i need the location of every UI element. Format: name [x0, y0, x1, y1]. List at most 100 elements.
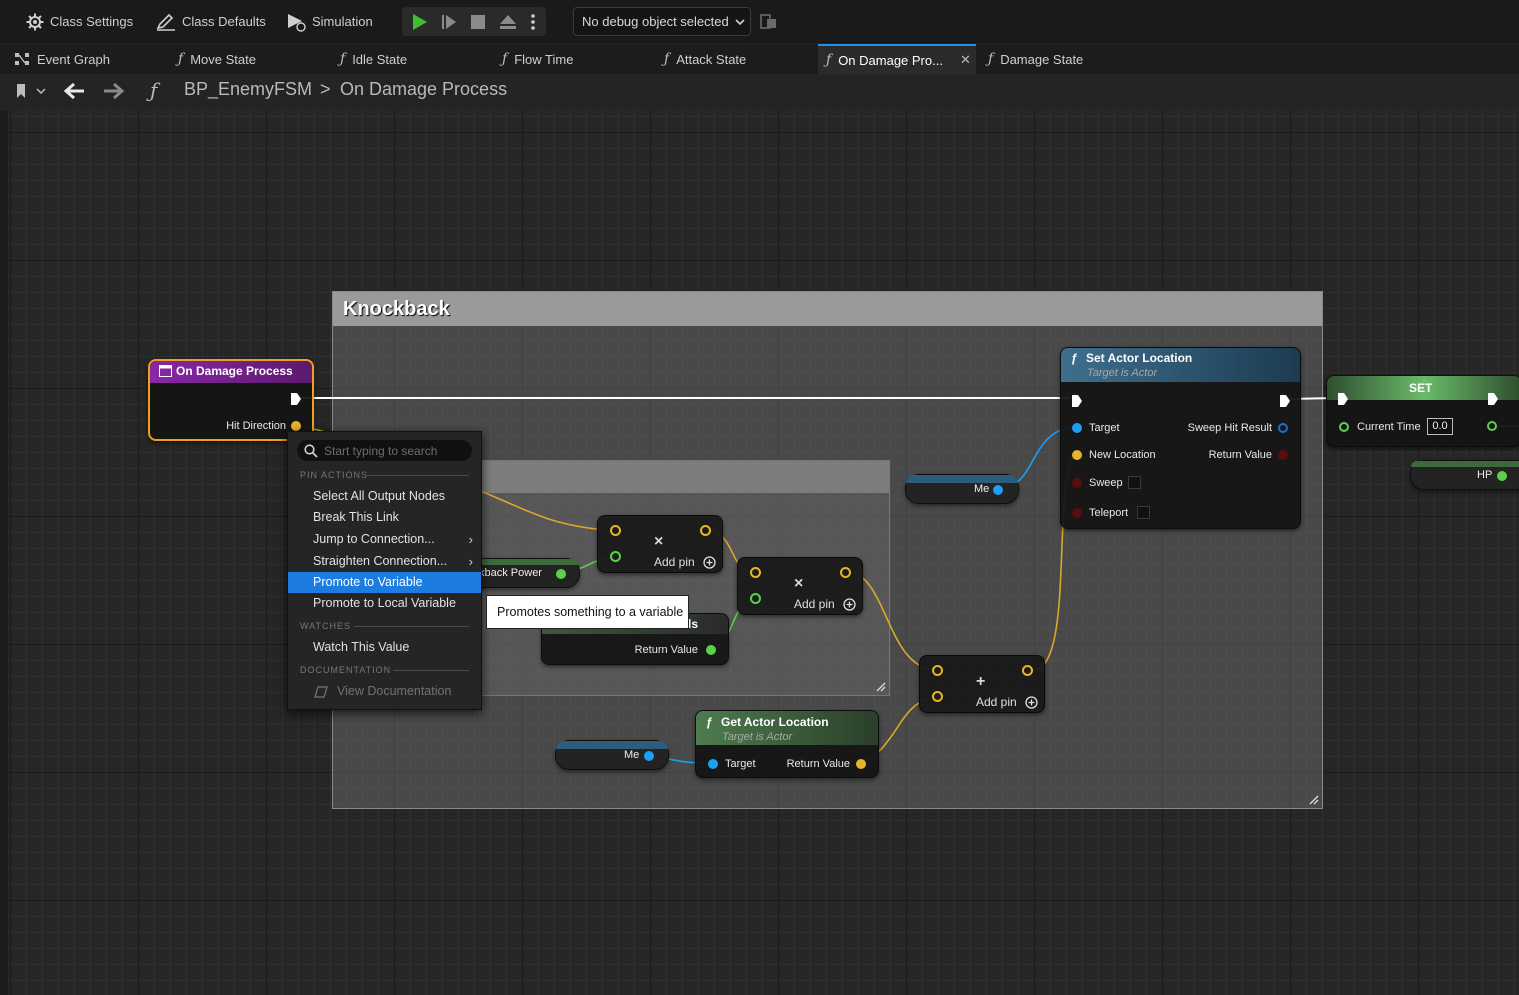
- multiply-node[interactable]: × Add pin: [597, 515, 723, 573]
- exec-out-pin[interactable]: [1279, 394, 1291, 408]
- exec-in-pin[interactable]: [1337, 392, 1349, 406]
- current-time-input[interactable]: 0.0: [1427, 418, 1453, 435]
- context-search-input[interactable]: [324, 442, 464, 459]
- output-pin[interactable]: [1022, 665, 1033, 676]
- input-b-pin[interactable]: [750, 593, 761, 604]
- target-label: Target: [1089, 422, 1120, 434]
- menu-item-label: Watch This Value: [313, 640, 410, 654]
- exec-out-pin[interactable]: [1487, 392, 1499, 406]
- menu-item-label: Promote to Variable: [313, 575, 423, 589]
- stop-icon[interactable]: [470, 14, 486, 30]
- new-location-label: New Location: [1089, 449, 1156, 461]
- documentation-icon: [314, 686, 328, 698]
- hp-variable-node[interactable]: HP: [1410, 460, 1519, 490]
- back-arrow-icon[interactable]: [64, 82, 86, 100]
- menu-item-promote-to-local-variable[interactable]: Promote to Local Variable: [288, 593, 481, 614]
- input-a-pin[interactable]: [932, 665, 943, 676]
- return-value-pin[interactable]: [706, 645, 716, 655]
- set-current-time-node[interactable]: SET Current Time 0.0: [1326, 375, 1519, 447]
- input-a-pin[interactable]: [610, 525, 621, 536]
- hit-direction-pin[interactable]: [291, 421, 301, 431]
- return-value-label: Return Value: [634, 644, 698, 656]
- set-node-title: SET: [1409, 381, 1433, 395]
- function-icon: ƒ: [340, 51, 346, 67]
- context-search-box[interactable]: [297, 440, 472, 461]
- me-pin[interactable]: [644, 751, 654, 761]
- add-pin-button[interactable]: Add pin: [794, 597, 835, 611]
- multiply-node[interactable]: × Add pin: [737, 557, 863, 615]
- bookmark-icon[interactable]: [14, 83, 48, 99]
- debug-filter-icon[interactable]: [760, 12, 778, 30]
- me-label: Me: [974, 483, 990, 495]
- add-pin-button[interactable]: Add pin: [976, 695, 1017, 709]
- tab-attack-state[interactable]: ƒ Attack State: [656, 44, 816, 74]
- output-pin[interactable]: [840, 567, 851, 578]
- class-defaults-button[interactable]: Class Defaults: [156, 9, 266, 34]
- tab-damage-state[interactable]: ƒ Damage State: [980, 44, 1140, 74]
- play-icon[interactable]: [412, 13, 428, 31]
- target-pin[interactable]: [1072, 423, 1082, 433]
- input-a-pin[interactable]: [750, 567, 761, 578]
- teleport-checkbox[interactable]: [1137, 506, 1150, 519]
- add-circle-icon[interactable]: [1025, 696, 1038, 709]
- tab-event-graph[interactable]: Event Graph: [6, 44, 166, 74]
- menu-item-label: Select All Output Nodes: [313, 489, 446, 503]
- close-icon[interactable]: ✕: [960, 52, 971, 68]
- sweep-pin[interactable]: [1072, 478, 1082, 488]
- step-icon[interactable]: [441, 13, 457, 31]
- new-location-pin[interactable]: [1072, 450, 1082, 460]
- menu-item-straighten-connection[interactable]: Straighten Connection... ›: [288, 551, 481, 572]
- target-pin[interactable]: [708, 759, 718, 769]
- breadcrumb: ƒ BP_EnemyFSM > On Damage Process: [0, 74, 1519, 108]
- function-icon: ƒ: [706, 715, 713, 729]
- teleport-pin[interactable]: [1072, 508, 1082, 518]
- tab-flow-time[interactable]: ƒ Flow Time: [494, 44, 654, 74]
- sweep-hit-result-pin[interactable]: [1278, 423, 1288, 433]
- exec-out-pin[interactable]: [290, 392, 302, 406]
- play-controls: [402, 7, 546, 36]
- graph-canvas[interactable]: Knockback On Damage Process Hit Directio…: [8, 110, 1519, 995]
- debug-object-select[interactable]: No debug object selected: [573, 7, 751, 36]
- target-label: Target: [725, 758, 756, 770]
- get-actor-location-node[interactable]: ƒ Get Actor Location Target is Actor Tar…: [695, 710, 879, 778]
- more-options-icon[interactable]: [530, 13, 536, 31]
- sweep-checkbox[interactable]: [1128, 476, 1141, 489]
- tab-idle-state[interactable]: ƒ Idle State: [332, 44, 492, 74]
- exec-in-pin[interactable]: [1071, 394, 1083, 408]
- menu-item-promote-to-variable[interactable]: Promote to Variable: [288, 572, 481, 593]
- add-node[interactable]: + Add pin: [919, 655, 1045, 713]
- add-circle-icon[interactable]: [703, 556, 716, 569]
- class-settings-button[interactable]: Class Settings: [26, 9, 133, 34]
- knockback-power-pin[interactable]: [556, 569, 566, 579]
- add-pin-button[interactable]: Add pin: [654, 555, 695, 569]
- menu-item-select-all-output-nodes[interactable]: Select All Output Nodes: [288, 486, 481, 507]
- simulation-button[interactable]: Simulation: [286, 9, 373, 34]
- hp-pin[interactable]: [1497, 471, 1507, 481]
- current-time-pin[interactable]: [1339, 422, 1349, 432]
- eject-icon[interactable]: [499, 14, 517, 30]
- input-b-pin[interactable]: [610, 551, 621, 562]
- input-b-pin[interactable]: [932, 691, 943, 702]
- breadcrumb-blueprint[interactable]: BP_EnemyFSM: [184, 79, 312, 100]
- tooltip-text: Promotes something to a variable: [497, 605, 684, 619]
- tab-on-damage-process[interactable]: ƒ On Damage Pro... ✕: [818, 44, 976, 74]
- return-value-pin[interactable]: [856, 759, 866, 769]
- forward-arrow-icon[interactable]: [102, 82, 124, 100]
- section-divider: [354, 626, 469, 627]
- tab-move-state[interactable]: ƒ Move State: [170, 44, 330, 74]
- me-pin[interactable]: [993, 485, 1003, 495]
- get-actor-location-header: ƒ Get Actor Location Target is Actor: [696, 711, 878, 745]
- current-time-out-pin[interactable]: [1487, 421, 1497, 431]
- breadcrumb-function[interactable]: On Damage Process: [340, 79, 507, 100]
- menu-item-watch-this-value[interactable]: Watch This Value: [288, 637, 481, 658]
- menu-item-break-this-link[interactable]: Break This Link: [288, 507, 481, 528]
- menu-item-jump-to-connection[interactable]: Jump to Connection... ›: [288, 529, 481, 550]
- me-variable-node[interactable]: Me: [555, 740, 669, 770]
- set-actor-location-node[interactable]: ƒ Set Actor Location Target is Actor Tar…: [1060, 347, 1301, 529]
- me-variable-node[interactable]: Me: [905, 474, 1019, 504]
- entry-node-on-damage-process[interactable]: On Damage Process Hit Direction: [148, 359, 314, 441]
- menu-item-view-documentation[interactable]: View Documentation: [288, 681, 481, 702]
- output-pin[interactable]: [700, 525, 711, 536]
- return-value-pin[interactable]: [1278, 450, 1288, 460]
- add-circle-icon[interactable]: [843, 598, 856, 611]
